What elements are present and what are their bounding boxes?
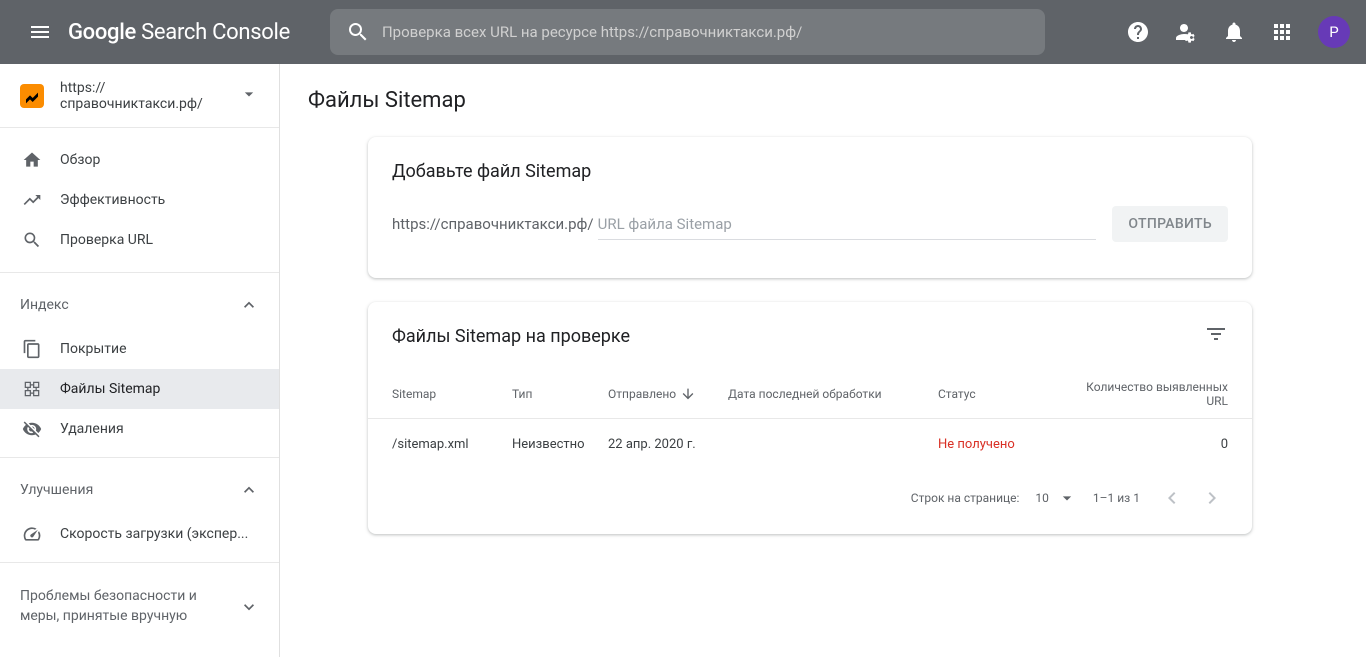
card-title: Добавьте файл Sitemap <box>368 137 1252 198</box>
sidebar-item-label: Проверка URL <box>60 232 153 248</box>
person-gear-icon <box>1174 20 1198 44</box>
filter-button[interactable] <box>1204 322 1228 350</box>
manage-users-button[interactable] <box>1166 12 1206 52</box>
page-title: Файлы Sitemap <box>280 64 1366 137</box>
search-icon <box>20 228 44 252</box>
speed-icon <box>20 522 44 546</box>
sidebar-item-label: Покрытие <box>60 341 127 357</box>
col-header-status[interactable]: Статус <box>938 387 1068 401</box>
col-header-sitemap[interactable]: Sitemap <box>392 387 512 401</box>
table-header-row: Sitemap Тип Отправлено Дата последней об… <box>368 370 1252 418</box>
menu-button[interactable] <box>16 8 64 56</box>
filter-icon <box>1204 322 1228 346</box>
bell-icon <box>1222 20 1246 44</box>
trending-icon <box>20 188 44 212</box>
dropdown-arrow-icon <box>239 84 259 108</box>
sidebar-item-coverage[interactable]: Покрытие <box>0 329 279 369</box>
sidebar-item-url-inspection[interactable]: Проверка URL <box>0 220 279 260</box>
sidebar-item-speed[interactable]: Скорость загрузки (экспер... <box>0 514 279 554</box>
app-header: Google Search Console P <box>0 0 1366 64</box>
content-area: Файлы Sitemap Добавьте файл Sitemap http… <box>280 64 1366 657</box>
sidebar-item-label: Обзор <box>60 152 100 168</box>
section-label: Улучшения <box>20 482 93 498</box>
chevron-down-icon <box>239 597 259 617</box>
sidebar: https://справочниктакси.рф/ Обзор Эффект… <box>0 64 280 657</box>
sidebar-item-label: Файлы Sitemap <box>60 381 160 397</box>
cell-type: Неизвестно <box>512 437 608 452</box>
home-icon <box>20 148 44 172</box>
sidebar-item-removals[interactable]: Удаления <box>0 409 279 449</box>
property-url: https://справочниктакси.рф/ <box>60 80 239 112</box>
url-prefix: https://справочниктакси.рф/ <box>392 215 594 233</box>
sidebar-item-label: Удаления <box>60 421 124 437</box>
section-label: Индекс <box>20 297 69 313</box>
search-icon <box>346 20 370 44</box>
chevron-up-icon <box>239 480 259 500</box>
sitemap-icon <box>20 377 44 401</box>
section-label: Проблемы безопасности и меры, принятые в… <box>20 587 210 626</box>
sidebar-section-security[interactable]: Проблемы безопасности и меры, принятые в… <box>0 571 279 642</box>
submit-button[interactable]: ОТПРАВИТЬ <box>1112 206 1228 242</box>
help-icon <box>1126 20 1150 44</box>
search-input[interactable] <box>382 23 1029 41</box>
hamburger-icon <box>28 20 52 44</box>
search-box[interactable] <box>330 9 1045 55</box>
header-actions: P <box>1118 12 1350 52</box>
pagination-range: 1–1 из 1 <box>1093 491 1140 505</box>
table-title: Файлы Sitemap на проверке <box>392 326 630 347</box>
property-selector[interactable]: https://справочниктакси.рф/ <box>0 64 279 128</box>
sidebar-item-overview[interactable]: Обзор <box>0 140 279 180</box>
sitemaps-table-card: Файлы Sitemap на проверке Sitemap Тип От… <box>368 302 1252 534</box>
add-sitemap-card: Добавьте файл Sitemap https://справочник… <box>368 137 1252 278</box>
apps-icon <box>1270 20 1294 44</box>
next-page-button[interactable] <box>1196 482 1228 514</box>
sidebar-item-label: Скорость загрузки (экспер... <box>60 526 248 542</box>
sitemap-url-input[interactable] <box>598 209 1097 240</box>
sidebar-section-enhancements[interactable]: Улучшения <box>0 466 279 514</box>
arrow-down-icon <box>680 386 696 402</box>
avatar[interactable]: P <box>1318 16 1350 48</box>
coverage-icon <box>20 337 44 361</box>
dropdown-arrow-icon <box>1057 488 1077 508</box>
logo: Google Search Console <box>68 20 290 45</box>
cell-sitemap: /sitemap.xml <box>392 437 512 452</box>
prev-page-button[interactable] <box>1156 482 1188 514</box>
visibility-off-icon <box>20 417 44 441</box>
rows-per-page-select[interactable]: 10 <box>1035 488 1077 508</box>
col-header-processed[interactable]: Дата последней обработки <box>728 387 938 401</box>
sidebar-item-label: Эффективность <box>60 192 165 208</box>
chevron-left-icon <box>1160 486 1184 510</box>
cell-sent: 22 апр. 2020 г. <box>608 437 728 452</box>
apps-button[interactable] <box>1262 12 1302 52</box>
cell-status: Не получено <box>938 437 1068 452</box>
pagination: Строк на странице: 10 1–1 из 1 <box>368 470 1252 534</box>
chevron-right-icon <box>1200 486 1224 510</box>
col-header-sent[interactable]: Отправлено <box>608 386 728 402</box>
property-icon <box>20 84 44 108</box>
sidebar-item-performance[interactable]: Эффективность <box>0 180 279 220</box>
col-header-type[interactable]: Тип <box>512 387 608 401</box>
help-button[interactable] <box>1118 12 1158 52</box>
sidebar-section-index[interactable]: Индекс <box>0 281 279 329</box>
cell-urlcount: 0 <box>1068 437 1228 452</box>
rows-per-page-label: Строк на странице: <box>911 491 1020 505</box>
col-header-urlcount[interactable]: Количество выявленных URL <box>1068 380 1228 408</box>
chevron-up-icon <box>239 295 259 315</box>
notifications-button[interactable] <box>1214 12 1254 52</box>
table-row[interactable]: /sitemap.xml Неизвестно 22 апр. 2020 г. … <box>368 418 1252 470</box>
sidebar-item-sitemaps[interactable]: Файлы Sitemap <box>0 369 279 409</box>
